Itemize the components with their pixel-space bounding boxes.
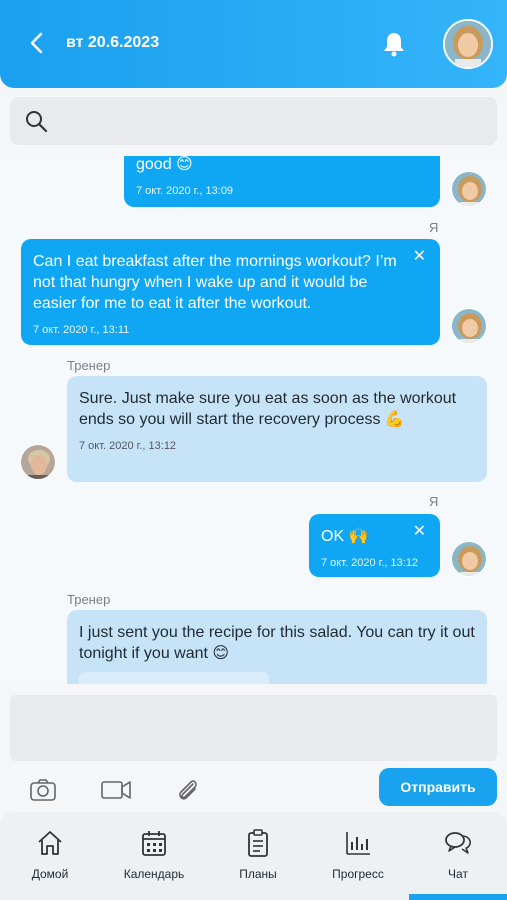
send-button[interactable]: Отправить: [379, 768, 497, 806]
nav-label: Чат: [448, 867, 468, 881]
nav-item-home[interactable]: Домой: [0, 812, 100, 900]
message-text: Can I eat breakfast after the mornings w…: [33, 253, 397, 312]
message-bubble-outgoing[interactable]: good 😊 7 окт. 2020 г., 13:09: [124, 156, 440, 207]
nav-label: Планы: [239, 867, 277, 881]
search-icon: [26, 111, 48, 133]
nav-active-indicator: [409, 894, 507, 900]
camera-icon[interactable]: [29, 776, 57, 804]
message-text: I just sent you the recipe for this sala…: [79, 624, 475, 662]
message-time: 7 окт. 2020 г., 13:11: [33, 324, 130, 336]
delete-message-icon[interactable]: ✕: [413, 523, 426, 541]
message-bubble-incoming[interactable]: Sure. Just make sure you eat as soon as …: [67, 376, 487, 482]
paperclip-icon[interactable]: [174, 776, 202, 804]
nav-label: Календарь: [123, 867, 185, 881]
clipboard-icon: [248, 829, 268, 857]
message-text: Sure. Just make sure you eat as soon as …: [79, 390, 457, 428]
video-camera-icon[interactable]: [100, 776, 132, 804]
message-time: 7 окт. 2020 г., 13:09: [136, 185, 234, 197]
message-sender: Тренер: [67, 358, 111, 373]
message-text: OK 🙌: [321, 528, 369, 545]
message-time: 7 окт. 2020 г., 13:12: [321, 557, 419, 569]
message-list[interactable]: good 😊 7 окт. 2020 г., 13:09 Я Can I eat…: [0, 156, 507, 684]
home-icon: [38, 831, 62, 855]
coach-avatar: [20, 444, 56, 480]
nav-label: Домой: [31, 867, 69, 881]
bottom-navigation: Домой Календарь Планы Прогресс Чат: [0, 812, 507, 900]
message-bubble-outgoing[interactable]: OK 🙌 7 окт. 2020 г., 13:12 ✕: [309, 514, 440, 577]
message-sender: Я: [429, 220, 439, 235]
bar-chart-icon: [346, 832, 370, 855]
chat-icon: [445, 832, 471, 854]
message-sender: Я: [429, 494, 439, 509]
search-bar[interactable]: [10, 97, 497, 145]
nav-item-calendar[interactable]: Календарь: [104, 812, 204, 900]
back-arrow-icon[interactable]: [26, 30, 48, 56]
nav-item-chat[interactable]: Чат: [408, 812, 507, 900]
message-input[interactable]: [10, 695, 497, 761]
calendar-icon: [142, 831, 166, 856]
user-avatar-small: [451, 541, 487, 577]
header-bar: вт 20.6.2023: [0, 0, 507, 88]
header-date: вт 20.6.2023: [66, 34, 160, 51]
user-avatar[interactable]: [443, 19, 493, 69]
nav-label: Прогресс: [332, 867, 384, 881]
message-time: 7 окт. 2020 г., 13:12: [79, 440, 177, 452]
message-text: good 😊: [136, 156, 193, 173]
nav-item-progress[interactable]: Прогресс: [308, 812, 408, 900]
message-bubble-outgoing[interactable]: Can I eat breakfast after the mornings w…: [21, 239, 440, 345]
user-avatar-small: [451, 308, 487, 344]
message-sender: Тренер: [67, 592, 111, 607]
delete-message-icon[interactable]: ✕: [413, 248, 426, 266]
user-avatar-small: [451, 171, 487, 207]
bell-icon[interactable]: [381, 30, 407, 58]
recipe-attachment[interactable]: [79, 672, 269, 684]
message-bubble-incoming[interactable]: I just sent you the recipe for this sala…: [67, 610, 487, 684]
nav-item-plans[interactable]: Планы: [208, 812, 308, 900]
